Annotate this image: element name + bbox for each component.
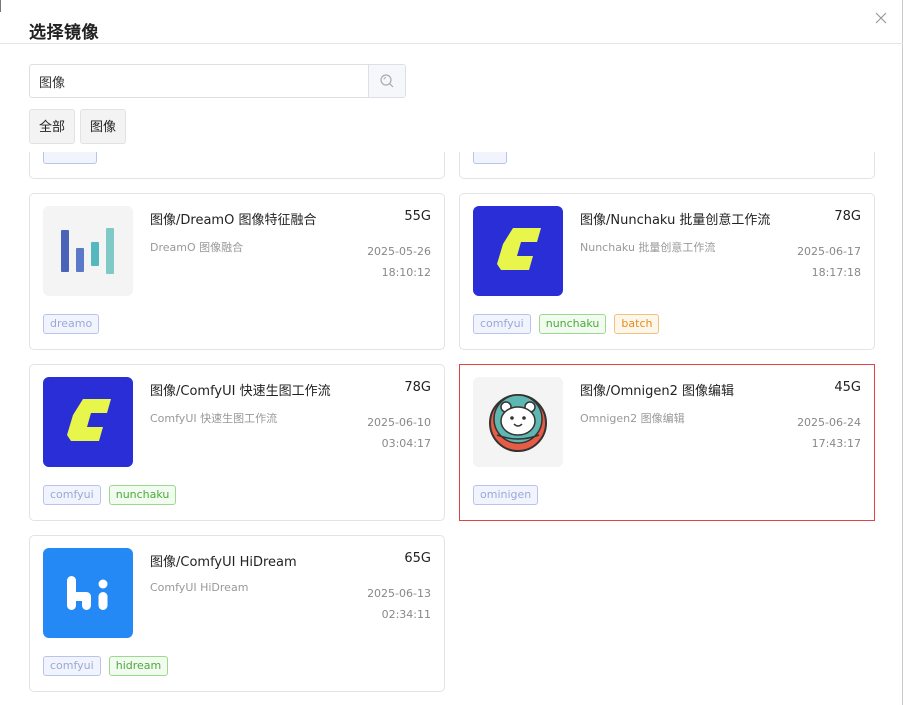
card-title: 图像/DreamO 图像特征融合 — [150, 213, 317, 228]
card-title: 图像/Omnigen2 图像编辑 — [580, 384, 735, 399]
card-size: 78G — [834, 209, 861, 224]
comfyui-logo-icon — [43, 377, 133, 467]
tag-badge: comfyui — [43, 656, 101, 676]
close-icon[interactable] — [873, 10, 889, 26]
image-list: 图像/DreamO 图像特征融合 55G DreamO 图像融合 2025-05… — [0, 152, 903, 705]
card-date: 2025-06-10 — [367, 416, 431, 429]
card-partial-right[interactable] — [459, 152, 875, 179]
search-box — [29, 64, 406, 98]
card-description: DreamO 图像融合 — [150, 241, 244, 254]
tag-badge: batch — [614, 314, 660, 334]
card-tags: comfyui hidream — [43, 656, 169, 676]
card-description: ComfyUI HiDream — [150, 581, 249, 594]
card-title: 图像/Nunchaku 批量创意工作流 — [580, 213, 771, 228]
hidream-logo-icon — [43, 548, 133, 638]
card-time: 17:43:17 — [811, 437, 861, 450]
card-size: 65G — [404, 551, 431, 566]
tag-badge: comfyui — [43, 485, 101, 505]
tag-badge: nunchaku — [538, 314, 607, 334]
image-card-hidream[interactable]: 图像/ComfyUI HiDream 65G ComfyUI HiDream 2… — [29, 535, 445, 692]
card-title: 图像/ComfyUI 快速生图工作流 — [150, 384, 331, 399]
dialog-title: 选择镜像 — [29, 23, 99, 43]
image-card-comfyui-quick[interactable]: 图像/ComfyUI 快速生图工作流 78G ComfyUI 快速生图工作流 2… — [29, 364, 445, 521]
search-button[interactable] — [368, 65, 405, 97]
filter-image[interactable]: 图像 — [80, 109, 127, 144]
image-card-omnigen2[interactable]: 图像/Omnigen2 图像编辑 45G Omnigen2 图像编辑 2025-… — [459, 364, 875, 521]
card-description: ComfyUI 快速生图工作流 — [150, 412, 278, 425]
card-tags: comfyui nunchaku — [43, 485, 177, 505]
card-date: 2025-06-24 — [797, 416, 861, 429]
search-input[interactable] — [30, 65, 370, 97]
image-card-dreamo[interactable]: 图像/DreamO 图像特征融合 55G DreamO 图像融合 2025-05… — [29, 193, 445, 350]
tag-badge: nunchaku — [108, 485, 177, 505]
card-size: 45G — [834, 380, 861, 395]
card-description: Nunchaku 批量创意工作流 — [580, 241, 716, 254]
tag-badge: ominigen — [473, 485, 539, 505]
tag-partial — [43, 152, 97, 164]
tag-badge: hidream — [108, 656, 169, 676]
bear-astronaut-icon — [473, 377, 563, 467]
search-icon — [380, 74, 394, 88]
header-divider — [0, 43, 903, 44]
filter-all[interactable]: 全部 — [29, 109, 76, 144]
card-time: 03:04:17 — [381, 437, 431, 450]
card-tags: comfyui nunchaku batch — [473, 314, 660, 334]
card-partial-left[interactable] — [29, 152, 445, 179]
card-description: Omnigen2 图像编辑 — [580, 412, 685, 425]
card-time: 18:17:18 — [811, 266, 861, 279]
card-date: 2025-06-13 — [367, 587, 431, 600]
select-image-dialog: 选择镜像 全部 图像 — [0, 0, 903, 705]
card-size: 55G — [404, 209, 431, 224]
image-card-nunchaku[interactable]: 图像/Nunchaku 批量创意工作流 78G Nunchaku 批量创意工作流… — [459, 193, 875, 350]
card-tags: dreamo — [43, 314, 100, 334]
dreamo-logo-icon — [43, 206, 133, 296]
window-edge — [0, 0, 1, 12]
card-date: 2025-05-26 — [367, 245, 431, 258]
card-title: 图像/ComfyUI HiDream — [150, 555, 297, 570]
tag-badge: comfyui — [473, 314, 531, 334]
tag-badge: dreamo — [43, 314, 100, 334]
comfyui-logo-icon — [473, 206, 563, 296]
card-time: 02:34:11 — [381, 608, 431, 621]
tag-partial — [473, 152, 507, 164]
card-size: 78G — [404, 380, 431, 395]
card-tags: ominigen — [473, 485, 539, 505]
card-date: 2025-06-17 — [797, 245, 861, 258]
card-time: 18:10:12 — [381, 266, 431, 279]
